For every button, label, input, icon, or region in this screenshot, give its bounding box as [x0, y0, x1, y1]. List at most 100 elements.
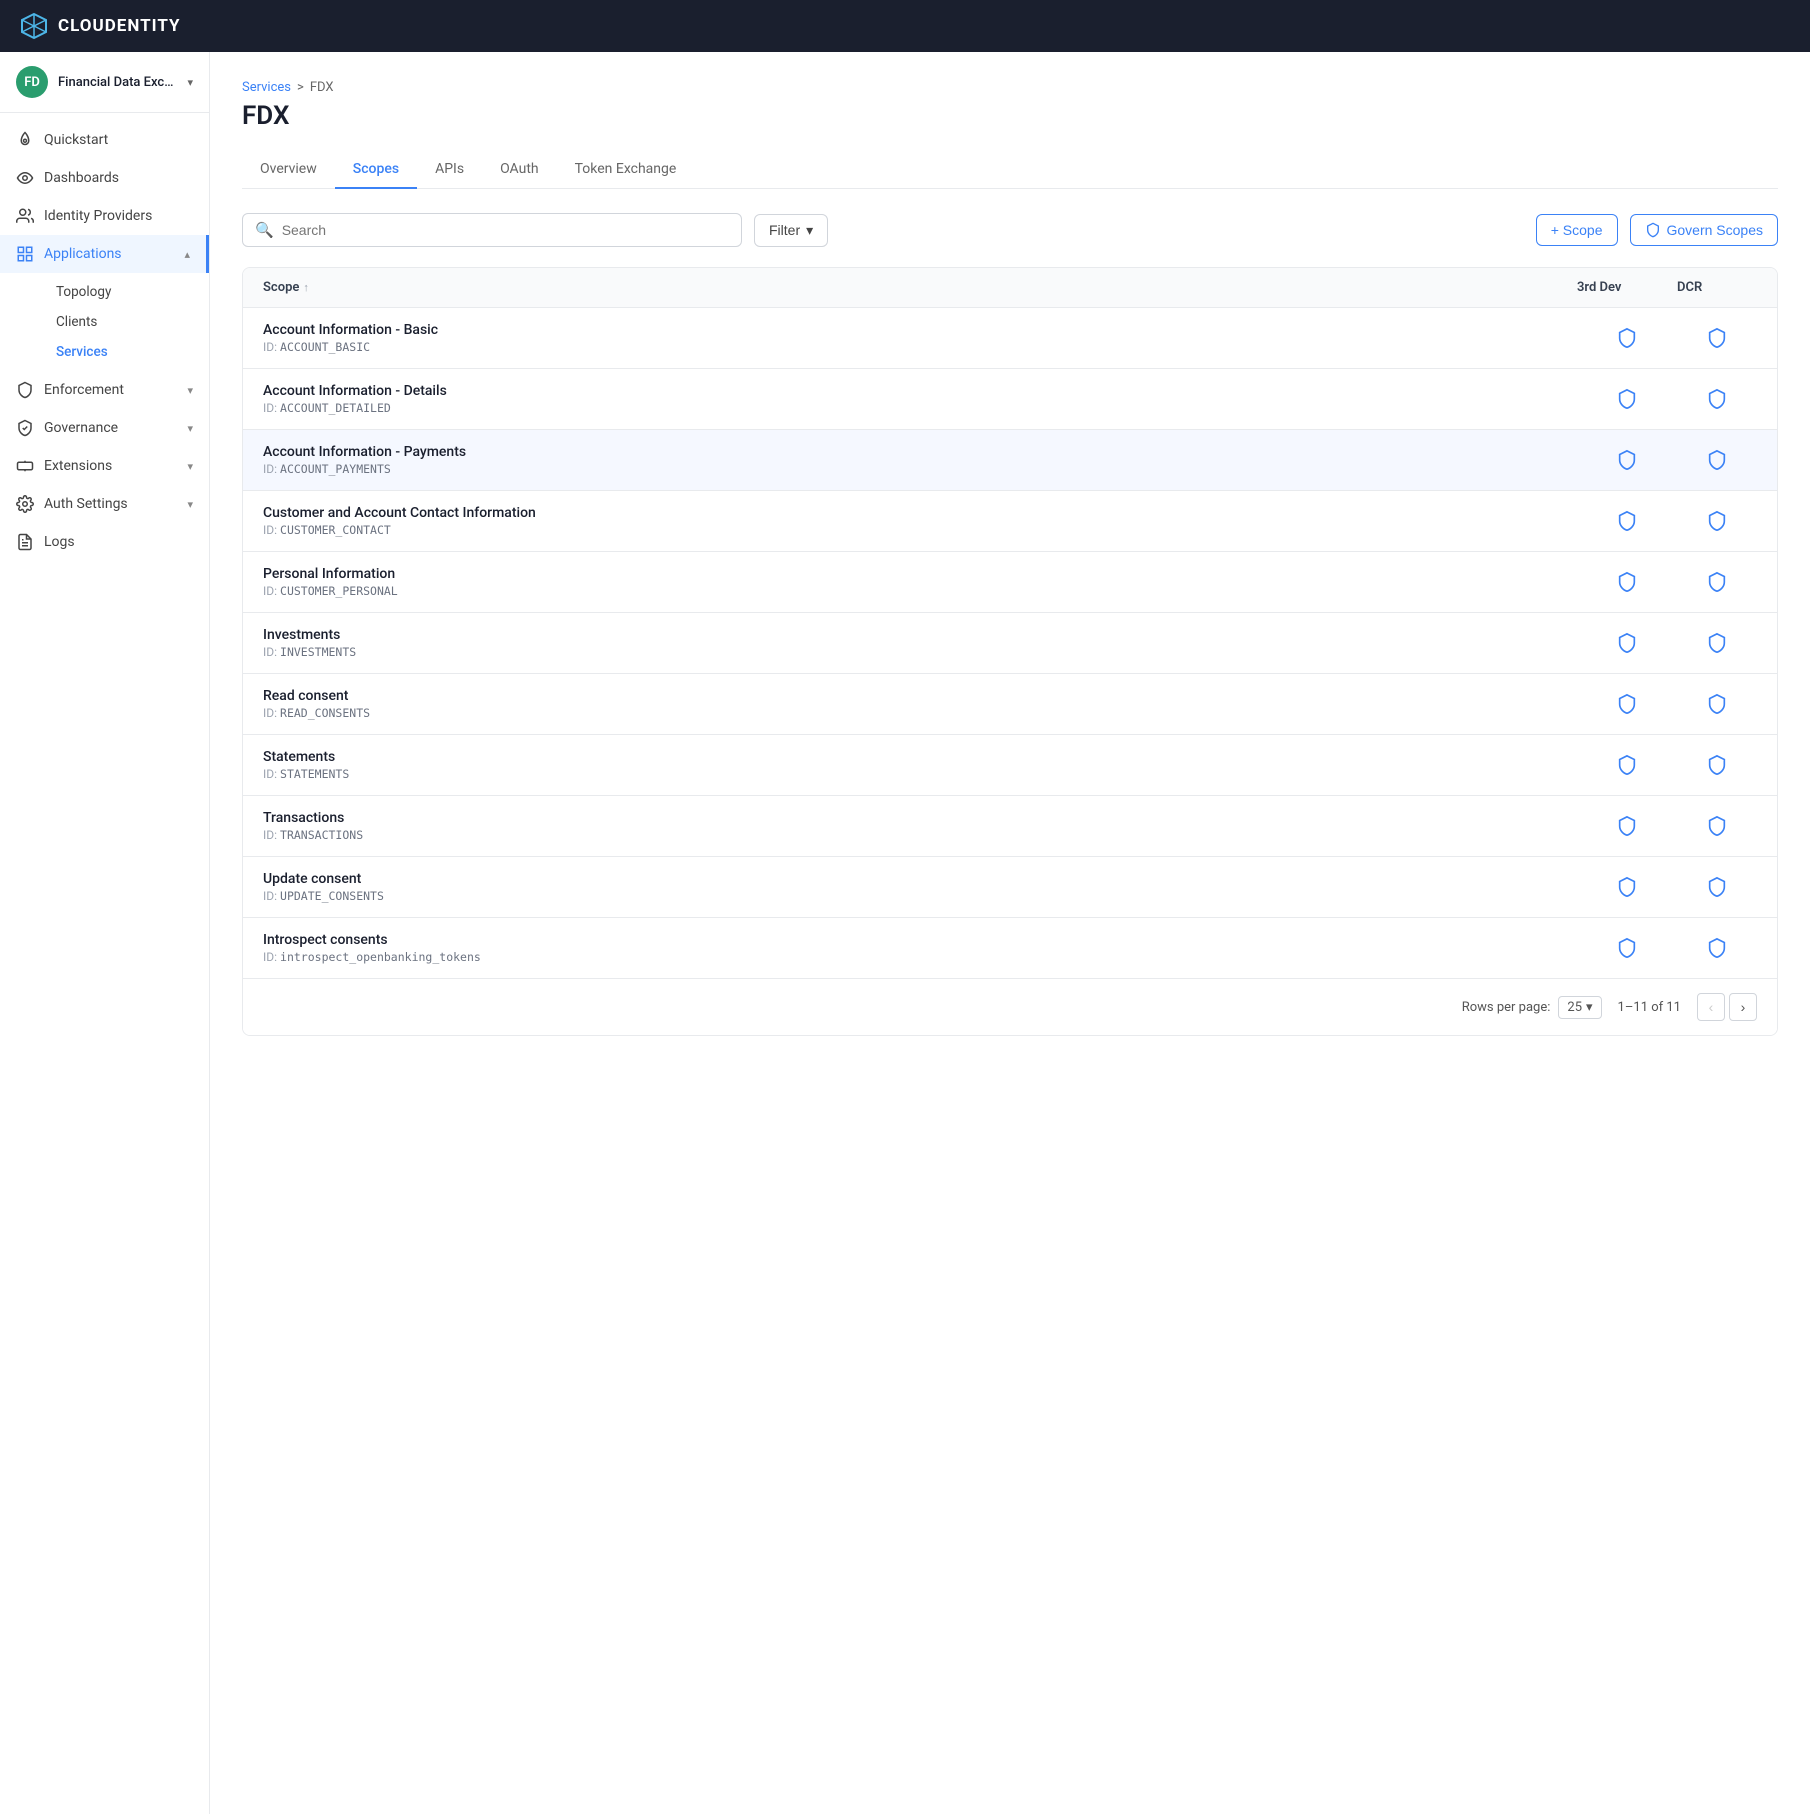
toolbar: 🔍 Filter ▾ + Scope Govern Scopes — [242, 213, 1778, 247]
rows-per-page-selector[interactable]: 25 ▾ — [1558, 996, 1601, 1019]
dcr-cell[interactable] — [1677, 388, 1757, 410]
tab-token-exchange[interactable]: Token Exchange — [557, 151, 695, 189]
3rd-dev-cell[interactable] — [1577, 632, 1677, 654]
scope-id: ID: ACCOUNT_PAYMENTS — [263, 462, 1577, 476]
scope-name: Account Information - Basic — [263, 322, 1577, 338]
scope-cell: Account Information - Basic ID: ACCOUNT_… — [263, 322, 1577, 354]
sidebar-item-services[interactable]: Services — [44, 337, 209, 367]
dcr-cell[interactable] — [1677, 449, 1757, 471]
table-row[interactable]: Account Information - Details ID: ACCOUN… — [243, 369, 1777, 430]
3rd-dev-cell[interactable] — [1577, 449, 1677, 471]
filter-button[interactable]: Filter ▾ — [754, 214, 828, 247]
workspace-selector[interactable]: FD Financial Data Excha... ▾ — [0, 52, 209, 113]
scope-id: ID: UPDATE_CONSENTS — [263, 889, 1577, 903]
table-body: Account Information - Basic ID: ACCOUNT_… — [243, 308, 1777, 978]
dcr-cell[interactable] — [1677, 693, 1757, 715]
breadcrumb-parent[interactable]: Services — [242, 80, 291, 95]
logo-icon — [20, 12, 48, 40]
3rd-dev-cell[interactable] — [1577, 388, 1677, 410]
scope-name: Personal Information — [263, 566, 1577, 582]
search-input[interactable] — [282, 222, 729, 238]
govern-scopes-button[interactable]: Govern Scopes — [1630, 214, 1779, 246]
dcr-shield-icon — [1706, 571, 1728, 593]
sidebar-item-governance[interactable]: Governance ▾ — [0, 409, 209, 447]
sidebar-item-topology[interactable]: Topology — [44, 277, 209, 307]
tab-scopes[interactable]: Scopes — [335, 151, 417, 189]
scope-cell: Customer and Account Contact Information… — [263, 505, 1577, 537]
governance-expand-icon: ▾ — [187, 422, 193, 435]
3rd-dev-shield-icon — [1616, 571, 1638, 593]
sidebar-item-label-enforcement: Enforcement — [44, 382, 177, 398]
add-scope-button[interactable]: + Scope — [1536, 214, 1618, 246]
3rd-dev-cell[interactable] — [1577, 815, 1677, 837]
table-row[interactable]: Account Information - Basic ID: ACCOUNT_… — [243, 308, 1777, 369]
3rd-dev-cell[interactable] — [1577, 510, 1677, 532]
sidebar-item-label-dashboards: Dashboards — [44, 170, 193, 186]
tab-overview[interactable]: Overview — [242, 151, 335, 189]
sort-icon[interactable]: ↑ — [303, 281, 309, 294]
workspace-avatar: FD — [16, 66, 48, 98]
table-row[interactable]: Introspect consents ID: introspect_openb… — [243, 918, 1777, 978]
column-dcr: DCR — [1677, 280, 1757, 295]
scope-name: Introspect consents — [263, 932, 1577, 948]
dcr-cell[interactable] — [1677, 327, 1757, 349]
scope-cell: Investments ID: INVESTMENTS — [263, 627, 1577, 659]
3rd-dev-cell[interactable] — [1577, 754, 1677, 776]
3rd-dev-shield-icon — [1616, 815, 1638, 837]
3rd-dev-cell[interactable] — [1577, 571, 1677, 593]
rocket-icon — [16, 131, 34, 149]
table-row[interactable]: Investments ID: INVESTMENTS — [243, 613, 1777, 674]
dcr-cell[interactable] — [1677, 937, 1757, 959]
sidebar-item-label-quickstart: Quickstart — [44, 132, 193, 148]
3rd-dev-cell[interactable] — [1577, 693, 1677, 715]
dcr-cell[interactable] — [1677, 571, 1757, 593]
search-icon: 🔍 — [255, 221, 274, 239]
main-content: Services > FDX FDX Overview Scopes APIs … — [210, 52, 1810, 1814]
sidebar-item-label-applications: Applications — [44, 246, 174, 262]
sidebar-item-quickstart[interactable]: Quickstart — [0, 121, 209, 159]
3rd-dev-cell[interactable] — [1577, 876, 1677, 898]
search-box[interactable]: 🔍 — [242, 213, 742, 247]
dcr-cell[interactable] — [1677, 754, 1757, 776]
3rd-dev-cell[interactable] — [1577, 327, 1677, 349]
tab-apis[interactable]: APIs — [417, 151, 482, 189]
sidebar-item-extensions[interactable]: Extensions ▾ — [0, 447, 209, 485]
dcr-cell[interactable] — [1677, 876, 1757, 898]
3rd-dev-shield-icon — [1616, 510, 1638, 532]
table-row[interactable]: Update consent ID: UPDATE_CONSENTS — [243, 857, 1777, 918]
3rd-dev-cell[interactable] — [1577, 937, 1677, 959]
sidebar-item-applications[interactable]: Applications ▴ — [0, 235, 209, 273]
sidebar-item-logs[interactable]: Logs — [0, 523, 209, 561]
table-row[interactable]: Read consent ID: READ_CONSENTS — [243, 674, 1777, 735]
scope-name: Customer and Account Contact Information — [263, 505, 1577, 521]
breadcrumb: Services > FDX — [242, 80, 1778, 95]
table-row[interactable]: Statements ID: STATEMENTS — [243, 735, 1777, 796]
dcr-shield-icon — [1706, 937, 1728, 959]
table-row[interactable]: Account Information - Payments ID: ACCOU… — [243, 430, 1777, 491]
rows-per-page-label: Rows per page: — [1462, 1000, 1551, 1015]
dcr-shield-icon — [1706, 693, 1728, 715]
3rd-dev-shield-icon — [1616, 388, 1638, 410]
dcr-cell[interactable] — [1677, 632, 1757, 654]
table-row[interactable]: Personal Information ID: CUSTOMER_PERSON… — [243, 552, 1777, 613]
eye-icon — [16, 169, 34, 187]
sidebar-item-identity-providers[interactable]: Identity Providers — [0, 197, 209, 235]
dcr-shield-icon — [1706, 510, 1728, 532]
sidebar-navigation: Quickstart Dashboards Identity Providers — [0, 113, 209, 1814]
3rd-dev-shield-icon — [1616, 632, 1638, 654]
table-row[interactable]: Customer and Account Contact Information… — [243, 491, 1777, 552]
previous-page-button[interactable]: ‹ — [1697, 993, 1725, 1021]
table-row[interactable]: Transactions ID: TRANSACTIONS — [243, 796, 1777, 857]
tab-oauth[interactable]: OAuth — [482, 151, 557, 189]
sidebar-item-auth-settings[interactable]: Auth Settings ▾ — [0, 485, 209, 523]
dcr-cell[interactable] — [1677, 510, 1757, 532]
sidebar-item-clients[interactable]: Clients — [44, 307, 209, 337]
next-page-button[interactable]: › — [1729, 993, 1757, 1021]
scope-cell: Read consent ID: READ_CONSENTS — [263, 688, 1577, 720]
scope-cell: Account Information - Details ID: ACCOUN… — [263, 383, 1577, 415]
rows-per-page: Rows per page: 25 ▾ — [1462, 996, 1602, 1019]
sidebar-item-dashboards[interactable]: Dashboards — [0, 159, 209, 197]
top-navigation: CLOUDENTITY — [0, 0, 1810, 52]
sidebar-item-enforcement[interactable]: Enforcement ▾ — [0, 371, 209, 409]
dcr-cell[interactable] — [1677, 815, 1757, 837]
